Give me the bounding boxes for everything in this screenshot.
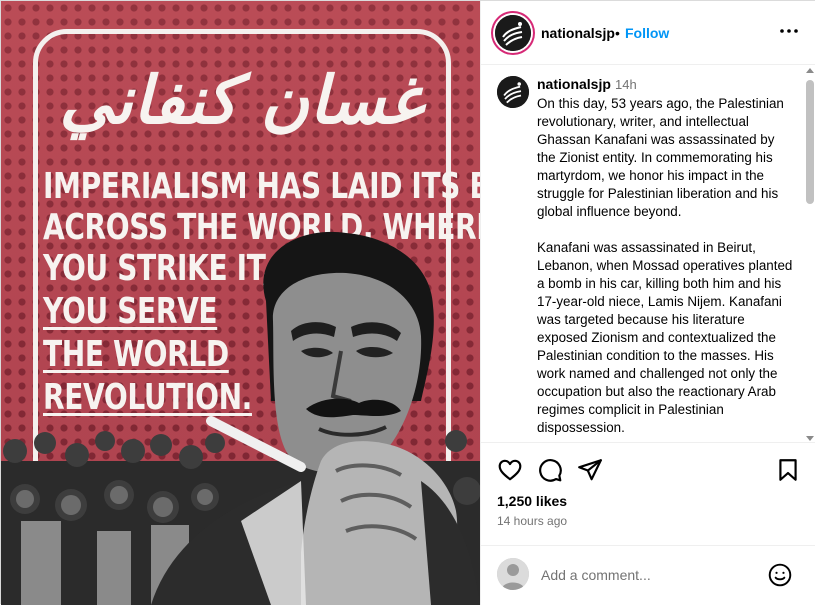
follow-button[interactable]: Follow bbox=[625, 25, 669, 41]
heart-icon[interactable] bbox=[497, 457, 523, 483]
profile-avatar[interactable] bbox=[495, 15, 531, 51]
portrait-illustration bbox=[151, 231, 480, 605]
share-icon[interactable] bbox=[577, 457, 603, 483]
header-username[interactable]: nationalsjp bbox=[541, 25, 615, 41]
comment-input[interactable] bbox=[541, 565, 761, 585]
user-avatar bbox=[497, 558, 529, 590]
post-side-panel: nationalsjp • Follow nationalsjp 14h On bbox=[480, 1, 815, 605]
post-actions bbox=[481, 457, 815, 487]
scrollbar[interactable] bbox=[803, 66, 815, 442]
caption-paragraph: Kanafani was assassinated in Beirut, Leb… bbox=[537, 240, 793, 435]
caption-paragraph: On this day, 53 years ago, the Palestini… bbox=[537, 96, 784, 219]
comment-bar bbox=[481, 545, 815, 605]
post-image[interactable]: غسان كنفاني IMPERIALISM HAS LAID ITS BOD… bbox=[1, 1, 480, 605]
more-options-icon[interactable] bbox=[777, 19, 801, 43]
scroll-down-arrow-icon[interactable] bbox=[806, 436, 814, 441]
scroll-thumb[interactable] bbox=[806, 80, 814, 204]
emoji-icon[interactable] bbox=[767, 562, 793, 588]
post-timestamp[interactable]: 14 hours ago bbox=[497, 514, 567, 528]
caption-timestamp[interactable]: 14h bbox=[615, 77, 637, 92]
post-header: nationalsjp • Follow bbox=[481, 1, 815, 65]
caption-avatar[interactable] bbox=[497, 76, 529, 108]
caption-username[interactable]: nationalsjp bbox=[537, 76, 611, 92]
scroll-up-arrow-icon[interactable] bbox=[806, 68, 814, 73]
comment-icon[interactable] bbox=[537, 457, 563, 483]
likes-count[interactable]: 1,250 likes bbox=[497, 493, 567, 509]
caption-text: On this day, 53 years ago, the Palestini… bbox=[537, 95, 793, 442]
bookmark-icon[interactable] bbox=[775, 457, 801, 483]
instagram-post-modal: غسان كنفاني IMPERIALISM HAS LAID ITS BOD… bbox=[0, 0, 815, 605]
caption-scroll-area[interactable]: nationalsjp 14h On this day, 53 years ag… bbox=[481, 66, 815, 443]
nationalsjp-logo-icon bbox=[497, 76, 529, 108]
header-separator: • bbox=[615, 25, 620, 41]
nationalsjp-logo-icon bbox=[495, 15, 531, 51]
